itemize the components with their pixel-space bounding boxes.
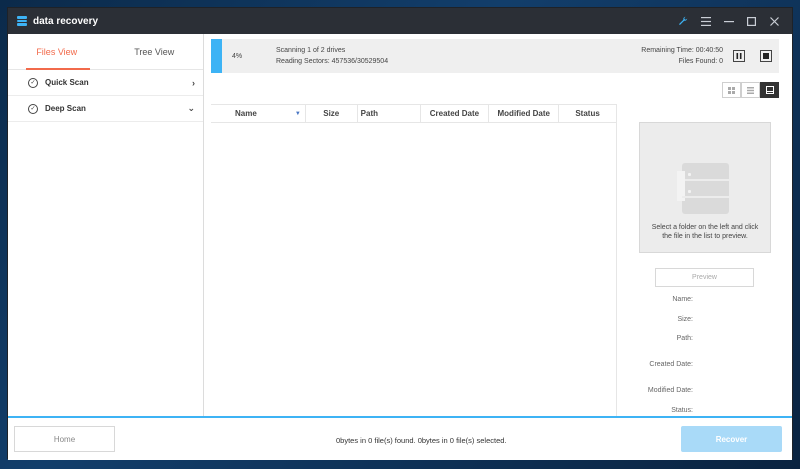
- view-toggle: [722, 82, 779, 98]
- progress-fill: [211, 39, 222, 73]
- table-header: Name ▼ Size Path Created Date Modified D…: [211, 104, 616, 123]
- remaining-time: Remaining Time: 00:40:50: [641, 47, 723, 54]
- sidebar-item-quick-scan[interactable]: ✓ Quick Scan ›: [8, 70, 203, 96]
- minimize-icon[interactable]: [717, 8, 740, 34]
- check-circle-icon: ✓: [28, 103, 38, 114]
- menu-icon[interactable]: [694, 8, 717, 34]
- main-panel: 4% Scanning 1 of 2 drives Reading Sector…: [211, 34, 794, 416]
- column-header-name[interactable]: Name ▼: [211, 105, 306, 122]
- wrench-icon[interactable]: [671, 8, 694, 34]
- preview-view-icon[interactable]: [760, 82, 779, 98]
- drive-placeholder-icon: [677, 163, 729, 214]
- footer-status: 0bytes in 0 file(s) found. 0bytes in 0 f…: [336, 436, 507, 445]
- scan-progress: 4% Scanning 1 of 2 drives Reading Sector…: [211, 39, 779, 73]
- pause-button[interactable]: [733, 50, 745, 62]
- check-circle-icon: ✓: [28, 77, 38, 88]
- chevron-down-icon[interactable]: ⌄: [187, 103, 195, 114]
- preview-panel: Select a folder on the left and click th…: [617, 104, 794, 416]
- footer-bar: Home 0bytes in 0 file(s) found. 0bytes i…: [8, 416, 792, 460]
- preview-field-name: Name:: [672, 296, 693, 303]
- app-logo-icon: [17, 16, 27, 27]
- grid-view-icon[interactable]: [722, 82, 741, 98]
- pause-icon: [736, 53, 742, 59]
- close-icon[interactable]: [763, 8, 786, 34]
- preview-field-created: Created Date:: [649, 361, 693, 368]
- sidebar-item-label: Quick Scan: [45, 78, 89, 87]
- sidebar-item-deep-scan[interactable]: ✓ Deep Scan ⌄: [8, 96, 203, 122]
- preview-field-status: Status:: [671, 407, 693, 414]
- app-title: data recovery: [33, 15, 99, 27]
- tab-files-view[interactable]: Files View: [8, 34, 106, 70]
- scan-stats: Remaining Time: 00:40:50 Files Found: 0: [641, 45, 723, 67]
- maximize-icon[interactable]: [740, 8, 763, 34]
- recover-button[interactable]: Recover: [681, 426, 782, 452]
- list-view-icon[interactable]: [741, 82, 760, 98]
- preview-box: Select a folder on the left and click th…: [639, 122, 771, 253]
- stop-button[interactable]: [760, 50, 772, 62]
- scan-info: Scanning 1 of 2 drives Reading Sectors: …: [276, 45, 388, 67]
- stop-icon: [763, 53, 769, 59]
- sort-desc-icon[interactable]: ▼: [295, 111, 301, 117]
- window-controls: [671, 8, 786, 34]
- progress-percent: 4%: [232, 52, 243, 60]
- app-window: data recovery Files View Tree View ✓ Qui…: [7, 7, 794, 460]
- column-header-size[interactable]: Size: [306, 105, 358, 122]
- sidebar-tabs: Files View Tree View: [8, 34, 203, 70]
- sidebar: Files View Tree View ✓ Quick Scan › ✓ De…: [8, 34, 204, 416]
- file-table: Name ▼ Size Path Created Date Modified D…: [211, 104, 617, 416]
- preview-field-path: Path:: [676, 335, 693, 342]
- scanning-text: Scanning 1 of 2 drives: [276, 47, 346, 54]
- column-header-created-date[interactable]: Created Date: [421, 105, 490, 122]
- sidebar-item-label: Deep Scan: [45, 104, 86, 113]
- tab-tree-view[interactable]: Tree View: [106, 34, 204, 69]
- column-label: Name: [235, 109, 257, 118]
- column-header-modified-date[interactable]: Modified Date: [489, 105, 560, 122]
- preview-field-size: Size:: [677, 316, 693, 323]
- sectors-text: Reading Sectors: 457536/30529504: [276, 58, 389, 65]
- column-header-path[interactable]: Path: [358, 105, 421, 122]
- home-button[interactable]: Home: [14, 426, 115, 452]
- chevron-right-icon[interactable]: ›: [192, 78, 195, 88]
- preview-field-modified: Modified Date:: [647, 387, 693, 394]
- title-bar: data recovery: [8, 8, 792, 34]
- files-found: Files Found: 0: [678, 58, 723, 65]
- column-header-status[interactable]: Status: [559, 105, 616, 122]
- preview-hint: Select a folder on the left and click th…: [651, 224, 759, 240]
- preview-button[interactable]: Preview: [655, 268, 754, 287]
